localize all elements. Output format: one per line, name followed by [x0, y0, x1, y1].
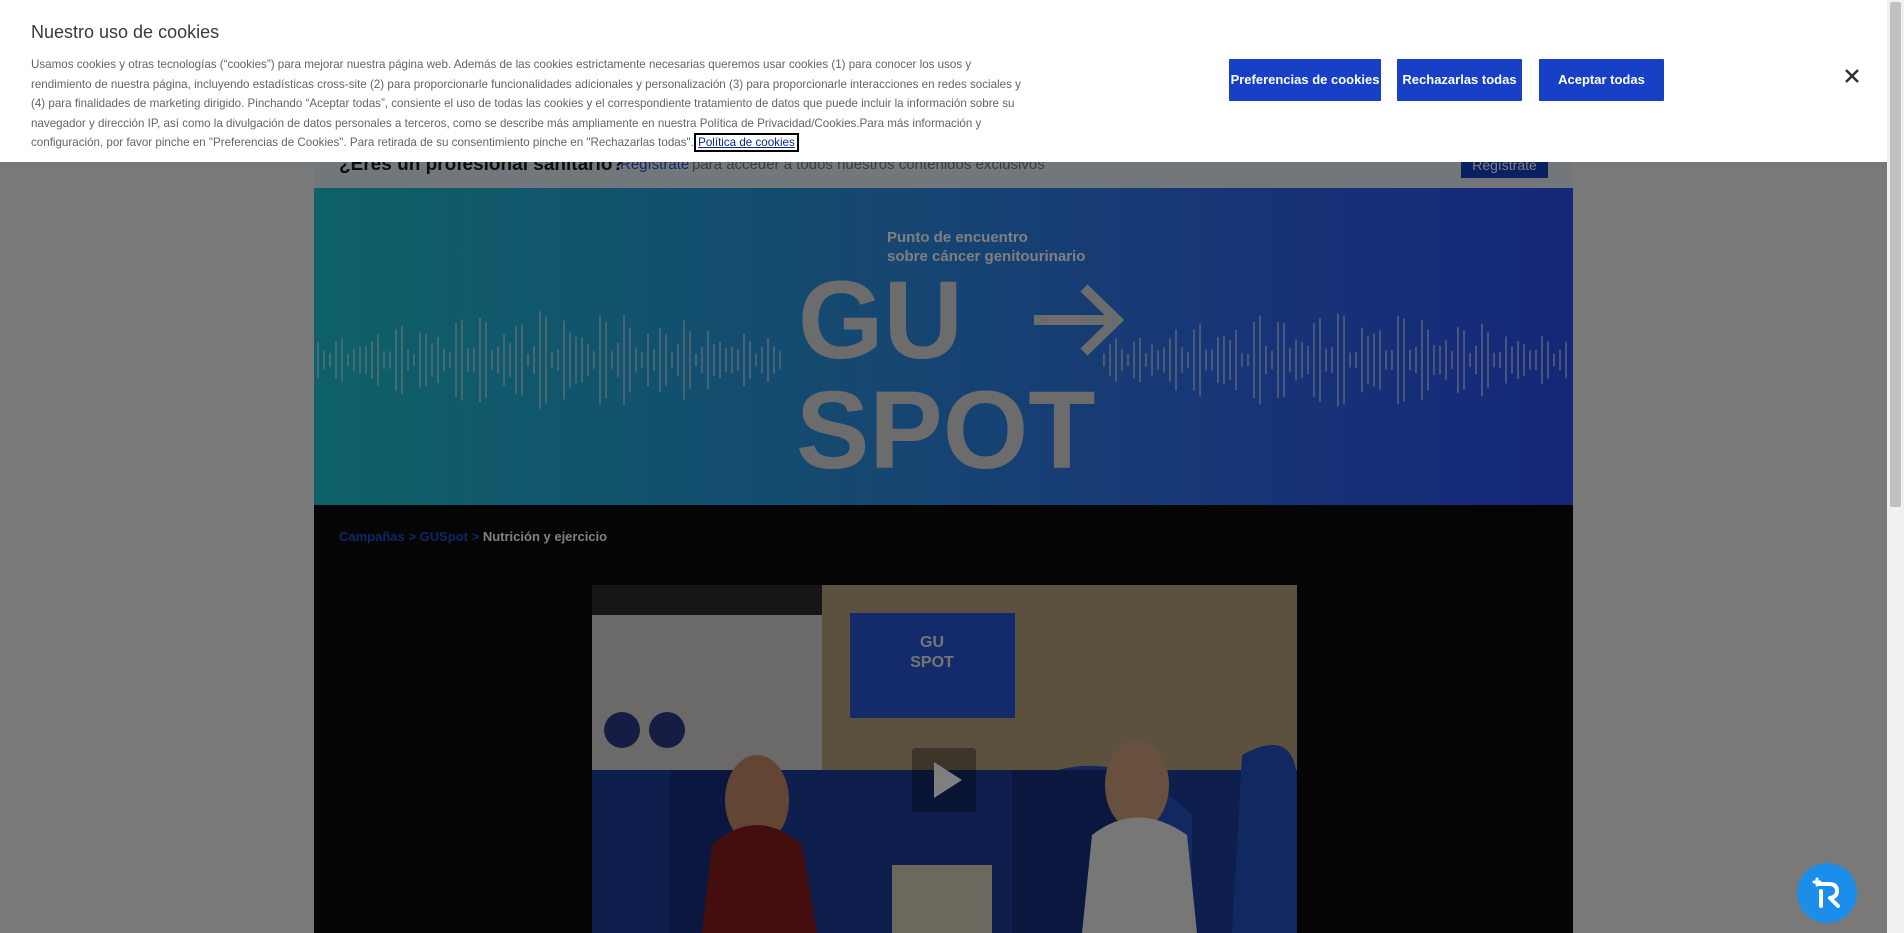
scrollbar[interactable]	[1887, 0, 1904, 933]
cookie-banner: Nuestro uso de cookies Usamos cookies y …	[0, 0, 1887, 162]
cookie-description: Usamos cookies y otras tecnologías (“coo…	[31, 55, 1021, 153]
cookie-policy-link[interactable]: Política de cookies	[694, 133, 799, 153]
close-icon[interactable]	[1842, 66, 1862, 86]
assistant-r-icon	[1812, 877, 1840, 908]
cookie-title: Nuestro uso de cookies	[31, 22, 220, 42]
scrollbar-thumb[interactable]	[1890, 2, 1901, 507]
accept-all-button[interactable]: Aceptar todas	[1539, 59, 1664, 101]
cookie-description-text: Usamos cookies y otras tecnologías (“coo…	[31, 58, 1021, 150]
assistant-button[interactable]	[1797, 863, 1857, 923]
cookie-preferences-button[interactable]: Preferencias de cookies	[1229, 59, 1381, 101]
reject-all-button[interactable]: Rechazarlas todas	[1397, 59, 1522, 101]
